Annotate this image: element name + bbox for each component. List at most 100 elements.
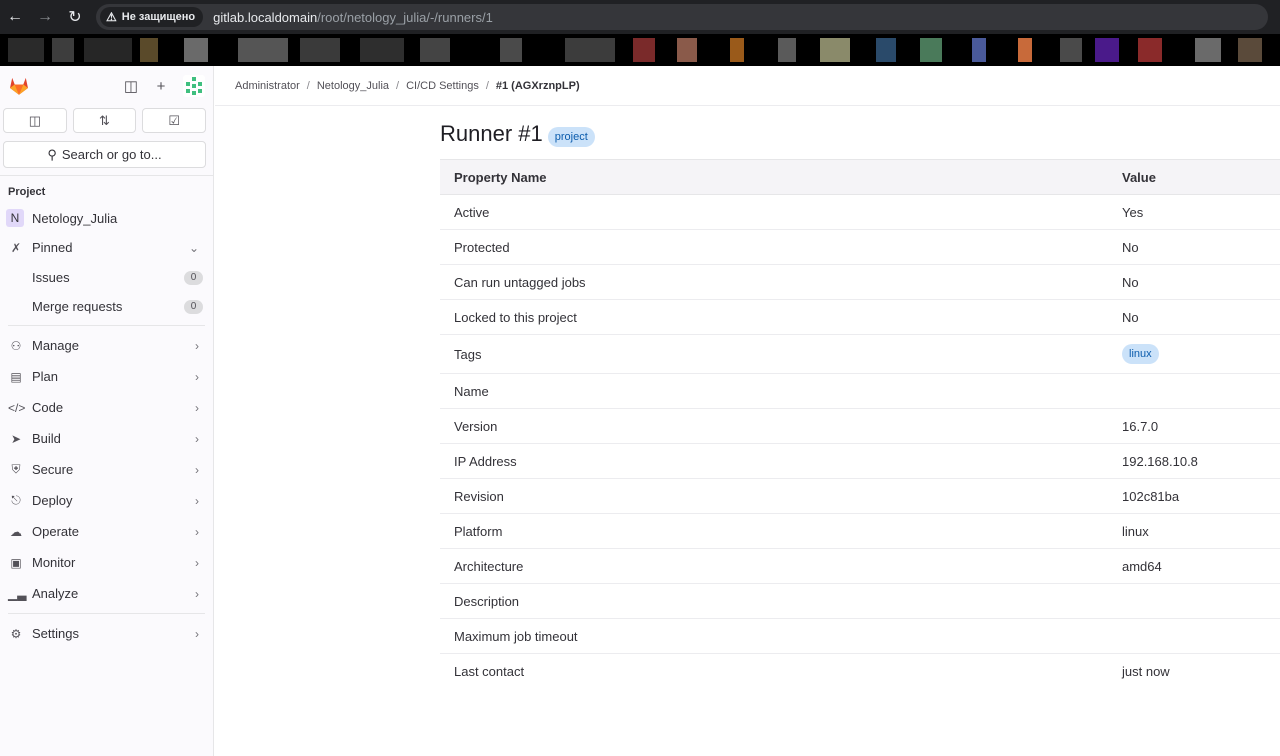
bookmark-blurred[interactable]: [778, 38, 796, 62]
breadcrumb-current[interactable]: #1 (AGXrznpLP): [496, 80, 580, 92]
bookmark-blurred[interactable]: [184, 38, 208, 62]
property-name: Description: [440, 583, 1122, 619]
property-value: Yes: [1122, 194, 1280, 230]
column-header: Value: [1122, 159, 1280, 195]
reload-icon[interactable]: ↻: [60, 0, 90, 34]
gear-icon: ⚙: [10, 626, 22, 641]
property-value: linux: [1122, 334, 1280, 374]
sidebar-item-deploy[interactable]: ⎋ Deploy ›: [0, 485, 213, 516]
bookmark-blurred[interactable]: [820, 38, 850, 62]
bookmark-blurred[interactable]: [920, 38, 942, 62]
table-row: Locked to this project No: [440, 299, 1280, 335]
sidebar-quick-actions: ◫ ⇅ ☑: [0, 106, 213, 133]
bookmark-blurred[interactable]: [360, 38, 404, 62]
runner-type-badge: project: [547, 127, 595, 147]
property-name: Can run untagged jobs: [440, 264, 1122, 300]
todos-button[interactable]: ☑: [142, 108, 207, 133]
sidebar-item-code[interactable]: </> Code ›: [0, 392, 213, 423]
property-value: 192.168.10.8: [1122, 443, 1280, 479]
chevron-right-icon: ›: [195, 369, 199, 384]
search-button[interactable]: ⚲ Search or go to...: [3, 141, 206, 168]
sidebar-project-link[interactable]: N Netology_Julia: [0, 204, 213, 232]
sidebar-item-merge-requests[interactable]: Merge requests 0: [0, 292, 213, 321]
breadcrumb-separator: /: [396, 79, 400, 92]
breadcrumb-item[interactable]: Administrator: [235, 80, 300, 92]
table-row: Active Yes: [440, 194, 1280, 230]
address-bar[interactable]: ⚠ Не защищено gitlab.localdomain/root/ne…: [96, 4, 1268, 30]
bookmark-blurred[interactable]: [52, 38, 74, 62]
sidebar-item-build[interactable]: ➤ Build ›: [0, 423, 213, 454]
bookmark-blurred[interactable]: [633, 38, 655, 62]
issues-icon: ◫: [28, 112, 41, 128]
property-name: Platform: [440, 513, 1122, 549]
sidebar-item-operate[interactable]: ☁ Operate ›: [0, 516, 213, 547]
sidebar-item-pinned[interactable]: ✗ Pinned ⌄: [0, 232, 213, 263]
sidebar-item-monitor[interactable]: ▣ Monitor ›: [0, 547, 213, 578]
bookmark-blurred[interactable]: [1060, 38, 1082, 62]
project-avatar: N: [6, 209, 24, 227]
bookmark-blurred[interactable]: [84, 38, 132, 62]
assigned-issues-button[interactable]: ◫: [3, 108, 67, 133]
browser-toolbar: ← → ↻ ⚠ Не защищено gitlab.localdomain/r…: [0, 0, 1280, 34]
page-title: Runner #1: [440, 121, 543, 146]
chevron-right-icon: ›: [195, 338, 199, 353]
table-row: IP Address 192.168.10.8: [440, 443, 1280, 479]
bookmark-blurred[interactable]: [565, 38, 615, 62]
bookmark-blurred[interactable]: [238, 38, 288, 62]
breadcrumb-item[interactable]: CI/CD Settings: [406, 80, 479, 92]
chevron-right-icon: ›: [195, 400, 199, 415]
sidebar-item-plan[interactable]: ▤ Plan ›: [0, 361, 213, 392]
bookmark-blurred[interactable]: [500, 38, 522, 62]
main-content: Administrator / Netology_Julia / CI/CD S…: [215, 66, 1280, 756]
table-row: Revision 102c81ba: [440, 478, 1280, 514]
bookmark-blurred[interactable]: [1195, 38, 1221, 62]
security-indicator[interactable]: ⚠ Не защищено: [100, 7, 204, 27]
bookmark-blurred[interactable]: [876, 38, 896, 62]
bookmark-blurred[interactable]: [8, 38, 44, 62]
property-value: No: [1122, 299, 1280, 335]
bookmark-blurred[interactable]: [1095, 38, 1119, 62]
sidebar-section-label: Project: [8, 186, 46, 198]
sidebar-item-label: Operate: [32, 524, 79, 539]
bookmark-blurred[interactable]: [420, 38, 450, 62]
bookmark-blurred[interactable]: [1238, 38, 1262, 62]
thumbtack-icon: ✗: [10, 240, 22, 255]
property-name: Revision: [440, 478, 1122, 514]
bookmark-blurred[interactable]: [730, 38, 744, 62]
warning-icon: ⚠: [106, 10, 117, 24]
bookmark-blurred[interactable]: [1138, 38, 1162, 62]
back-arrow-icon[interactable]: ←: [0, 0, 30, 34]
url-text[interactable]: gitlab.localdomain/root/netology_julia/-…: [213, 10, 493, 25]
merge-requests-button[interactable]: ⇅: [72, 108, 137, 133]
bookmark-blurred[interactable]: [1018, 38, 1032, 62]
sidebar-item-secure[interactable]: ⛨ Secure ›: [0, 454, 213, 485]
count-badge: 0: [184, 299, 203, 314]
property-name: Architecture: [440, 548, 1122, 584]
forward-arrow-icon[interactable]: →: [30, 0, 60, 34]
users-icon: ⚇: [10, 338, 22, 353]
plus-icon[interactable]: +: [153, 78, 169, 95]
bookmark-blurred[interactable]: [140, 38, 158, 62]
sidebar-item-issues[interactable]: Issues 0: [0, 263, 213, 292]
table-row: Tags linux: [440, 334, 1280, 374]
user-avatar[interactable]: [183, 75, 205, 97]
sidebar-item-label: Monitor: [32, 555, 76, 570]
planning-icon: ▤: [10, 369, 22, 384]
chevron-right-icon: ›: [195, 493, 199, 508]
sidebar-toggle-icon[interactable]: ◫: [123, 77, 139, 95]
property-value: amd64: [1122, 548, 1280, 584]
bookmark-blurred[interactable]: [300, 38, 340, 62]
bookmark-blurred[interactable]: [677, 38, 697, 62]
bookmark-blurred[interactable]: [972, 38, 986, 62]
sidebar-item-settings[interactable]: ⚙ Settings ›: [0, 618, 213, 649]
breadcrumb-item[interactable]: Netology_Julia: [317, 80, 389, 92]
search-label: Search or go to...: [61, 147, 162, 162]
sidebar-item-label: Code: [32, 400, 64, 415]
table-row: Architecture amd64: [440, 548, 1280, 584]
table-row: Name: [440, 373, 1280, 409]
sidebar-item-manage[interactable]: ⚇ Manage ›: [0, 330, 213, 361]
property-name: Tags: [440, 334, 1122, 374]
property-value: No: [1122, 264, 1280, 300]
sidebar-item-analyze[interactable]: ▁▃ Analyze ›: [0, 578, 213, 609]
gitlab-logo-icon[interactable]: [8, 75, 30, 97]
